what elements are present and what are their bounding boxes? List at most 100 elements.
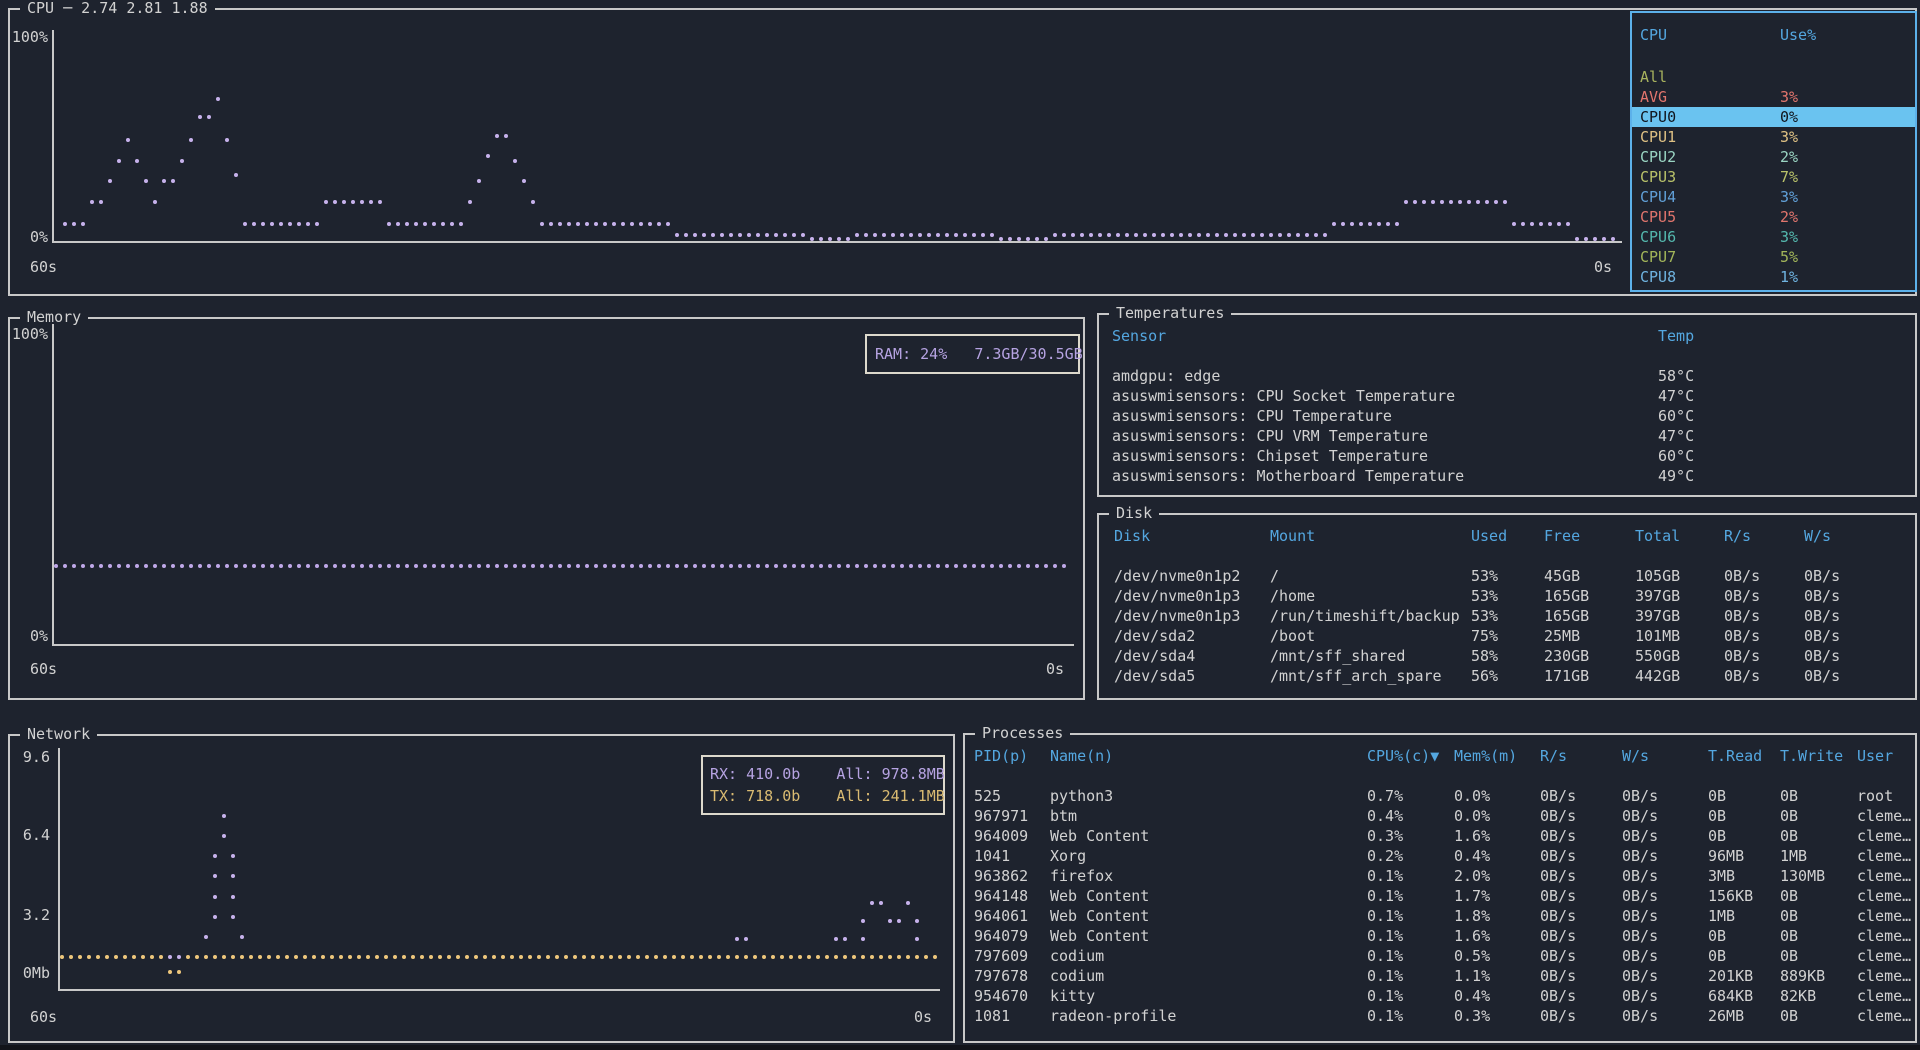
- process-row-cell-6: 0B: [1708, 926, 1726, 946]
- process-row-cell-8: cleme…: [1857, 826, 1911, 846]
- cpu-legend-header-cpu: CPU: [1640, 25, 1667, 45]
- process-row[interactable]: 964148Web Content0.1%1.7%0B/s0B/s156KB0B…: [967, 886, 1913, 906]
- cpu-legend-row-cpu7[interactable]: CPU75%: [1632, 247, 1915, 267]
- process-row-cell-6: 0B: [1708, 946, 1726, 966]
- process-row-cell-5: 0B/s: [1622, 986, 1658, 1006]
- process-row-cell-8: cleme…: [1857, 806, 1911, 826]
- disk-header-row-cell-0: Disk: [1114, 526, 1150, 546]
- process-row[interactable]: 964009Web Content0.3%1.6%0B/s0B/s0B0Bcle…: [967, 826, 1913, 846]
- process-row-cell-5: 0B/s: [1622, 926, 1658, 946]
- process-row-cell-1: python3: [1050, 786, 1113, 806]
- disk-row[interactable]: /dev/nvme0n1p3/run/timeshift/backup53%16…: [1101, 606, 1913, 626]
- processes-panel[interactable]: Processes PID(p)Name(n)CPU%(c)▼Mem%(m)R/…: [963, 733, 1917, 1043]
- cpu-legend-row-avg[interactable]: AVG3%: [1632, 87, 1915, 107]
- process-row[interactable]: 964079Web Content0.1%1.6%0B/s0B/s0B0Bcle…: [967, 926, 1913, 946]
- disk-row-cell-2: 53%: [1471, 586, 1498, 606]
- cpu-legend[interactable]: CPU Use% AllAVG3%CPU00%CPU13%CPU22%CPU37…: [1630, 11, 1917, 292]
- disk-row[interactable]: /dev/sda5/mnt/sff_arch_spare56%171GB442G…: [1101, 666, 1913, 686]
- memory-xtick-60s: 60s: [30, 659, 57, 679]
- cpu-legend-row-cpu0[interactable]: CPU00%: [1632, 107, 1915, 127]
- disk-row-cell-3: 171GB: [1544, 666, 1589, 686]
- disk-row-cell-5: 0B/s: [1724, 666, 1760, 686]
- process-row-cell-7: 0B: [1780, 786, 1798, 806]
- cpu-legend-label: CPU2: [1640, 147, 1676, 167]
- temperature-row[interactable]: asuswmisensors: Chipset Temperature60°C: [1101, 446, 1913, 466]
- cpu-legend-row-all[interactable]: All: [1632, 67, 1915, 87]
- process-row[interactable]: 797609codium0.1%0.5%0B/s0B/s0B0Bcleme…: [967, 946, 1913, 966]
- cpu-legend-row-cpu3[interactable]: CPU37%: [1632, 167, 1915, 187]
- process-header-row-cell-7: T.Write: [1780, 746, 1843, 766]
- process-row[interactable]: 967971btm0.4%0.0%0B/s0B/s0B0Bcleme…: [967, 806, 1913, 826]
- process-row-cell-3: 0.4%: [1454, 986, 1490, 1006]
- process-row-cell-2: 0.1%: [1367, 986, 1403, 1006]
- process-row-cell-6: 26MB: [1708, 1006, 1744, 1026]
- process-row[interactable]: 954670kitty0.1%0.4%0B/s0B/s684KB82KBclem…: [967, 986, 1913, 1006]
- disk-header-row[interactable]: DiskMountUsedFreeTotalR/sW/s: [1101, 526, 1913, 546]
- process-row[interactable]: 525python30.7%0.0%0B/s0B/s0B0Broot: [967, 786, 1913, 806]
- process-row-cell-0: 964009: [974, 826, 1028, 846]
- process-row[interactable]: 964061Web Content0.1%1.8%0B/s0B/s1MB0Bcl…: [967, 906, 1913, 926]
- process-row-cell-1: Xorg: [1050, 846, 1086, 866]
- disk-row-cell-2: 75%: [1471, 626, 1498, 646]
- cpu-legend-row-cpu8[interactable]: CPU81%: [1632, 267, 1915, 287]
- process-row[interactable]: 797678codium0.1%1.1%0B/s0B/s201KB889KBcl…: [967, 966, 1913, 986]
- temperature-header-row[interactable]: SensorTemp: [1101, 326, 1913, 346]
- process-row-cell-6: 0B: [1708, 786, 1726, 806]
- disk-header-row-cell-5: R/s: [1724, 526, 1751, 546]
- process-row-cell-3: 0.3%: [1454, 1006, 1490, 1026]
- process-row-cell-2: 0.1%: [1367, 866, 1403, 886]
- disk-row-cell-6: 0B/s: [1804, 666, 1840, 686]
- cpu-legend-label: CPU7: [1640, 247, 1676, 267]
- disk-row[interactable]: /dev/nvme0n1p3/home53%165GB397GB0B/s0B/s: [1101, 586, 1913, 606]
- process-row-cell-0: 1041: [974, 846, 1010, 866]
- temperature-row[interactable]: asuswmisensors: CPU Socket Temperature47…: [1101, 386, 1913, 406]
- cpu-legend-row-cpu2[interactable]: CPU22%: [1632, 147, 1915, 167]
- cpu-legend-row-cpu4[interactable]: CPU43%: [1632, 187, 1915, 207]
- disk-panel[interactable]: Disk DiskMountUsedFreeTotalR/sW/s/dev/nv…: [1097, 513, 1917, 700]
- disk-row-cell-5: 0B/s: [1724, 626, 1760, 646]
- process-header-row-cell-2: CPU%(c)▼: [1367, 746, 1439, 766]
- cpu-legend-label: CPU3: [1640, 167, 1676, 187]
- temperature-row[interactable]: amdgpu: edge58°C: [1101, 366, 1913, 386]
- process-row[interactable]: 963862firefox0.1%2.0%0B/s0B/s3MB130MBcle…: [967, 866, 1913, 886]
- disk-row[interactable]: /dev/sda2/boot75%25MB101MB0B/s0B/s: [1101, 626, 1913, 646]
- process-row-cell-1: Web Content: [1050, 826, 1149, 846]
- cpu-xtick-60s: 60s: [30, 257, 57, 277]
- cpu-legend-row-cpu6[interactable]: CPU63%: [1632, 227, 1915, 247]
- process-row-cell-5: 0B/s: [1622, 786, 1658, 806]
- process-row[interactable]: 1081radeon-profile0.1%0.3%0B/s0B/s26MB0B…: [967, 1006, 1913, 1026]
- process-row-cell-6: 1MB: [1708, 906, 1735, 926]
- disk-row[interactable]: /dev/nvme0n1p2/53%45GB105GB0B/s0B/s: [1101, 566, 1913, 586]
- process-row-cell-1: kitty: [1050, 986, 1095, 1006]
- network-xtick-0s: 0s: [914, 1007, 932, 1027]
- cpu-legend-row-cpu5[interactable]: CPU52%: [1632, 207, 1915, 227]
- process-row-cell-1: radeon-profile: [1050, 1006, 1176, 1026]
- disk-row-cell-6: 0B/s: [1804, 566, 1840, 586]
- process-row-cell-0: 963862: [974, 866, 1028, 886]
- temperatures-panel[interactable]: Temperatures SensorTempamdgpu: edge58°Ca…: [1097, 313, 1917, 497]
- process-row[interactable]: 1041Xorg0.2%0.4%0B/s0B/s96MB1MBcleme…: [967, 846, 1913, 866]
- disk-row-cell-1: /boot: [1270, 626, 1315, 646]
- cpu-legend-header-use: Use%: [1780, 25, 1816, 45]
- process-row-cell-2: 0.1%: [1367, 966, 1403, 986]
- process-row-cell-4: 0B/s: [1540, 786, 1576, 806]
- network-rx-label: RX: 410.0b All: 978.8MB: [710, 764, 945, 784]
- temperature-row[interactable]: asuswmisensors: Motherboard Temperature4…: [1101, 466, 1913, 486]
- process-header-row-cell-1: Name(n): [1050, 746, 1113, 766]
- temperature-row[interactable]: asuswmisensors: CPU Temperature60°C: [1101, 406, 1913, 426]
- cpu-legend-row-cpu1[interactable]: CPU13%: [1632, 127, 1915, 147]
- process-row-cell-1: firefox: [1050, 866, 1113, 886]
- process-row-cell-6: 3MB: [1708, 866, 1735, 886]
- process-row-cell-7: 889KB: [1780, 966, 1825, 986]
- disk-row-cell-4: 550GB: [1635, 646, 1680, 666]
- process-row-cell-8: cleme…: [1857, 966, 1911, 986]
- process-row-cell-4: 0B/s: [1540, 866, 1576, 886]
- temperature-header-row-cell-1: Temp: [1658, 326, 1694, 346]
- process-header-row[interactable]: PID(p)Name(n)CPU%(c)▼Mem%(m)R/sW/sT.Read…: [967, 746, 1913, 766]
- memory-ytick-0: 0%: [2, 626, 48, 646]
- temperature-row[interactable]: asuswmisensors: CPU VRM Temperature47°C: [1101, 426, 1913, 446]
- temperature-row-cell-0: asuswmisensors: Chipset Temperature: [1112, 446, 1428, 466]
- disk-row[interactable]: /dev/sda4/mnt/sff_shared58%230GB550GB0B/…: [1101, 646, 1913, 666]
- process-row-cell-8: cleme…: [1857, 886, 1911, 906]
- process-row-cell-1: btm: [1050, 806, 1077, 826]
